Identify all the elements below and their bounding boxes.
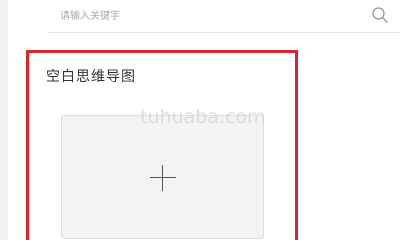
search-divider <box>48 32 400 33</box>
app-window: 空白思维导图 tuhuaba.com <box>0 0 400 240</box>
search-icon[interactable] <box>371 6 389 24</box>
card-title: 空白思维导图 <box>46 69 136 85</box>
plus-icon <box>150 165 176 191</box>
main-panel: 空白思维导图 tuhuaba.com <box>8 0 400 240</box>
search-bar <box>8 0 400 33</box>
search-input[interactable] <box>60 6 360 26</box>
new-blank-mindmap-tile[interactable] <box>61 115 264 239</box>
left-gutter <box>0 0 8 240</box>
